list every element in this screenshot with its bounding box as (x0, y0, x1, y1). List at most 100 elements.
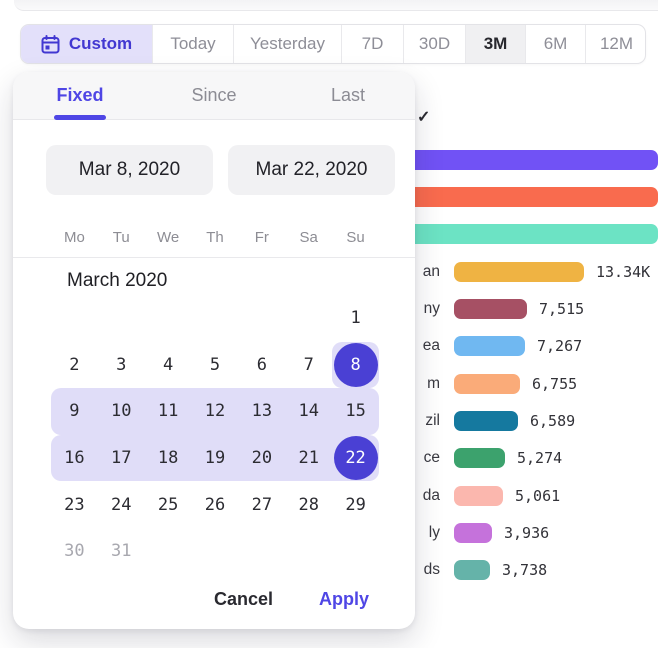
day-9[interactable]: 9 (51, 388, 98, 435)
day-empty (285, 295, 332, 342)
day-18[interactable]: 18 (145, 435, 192, 482)
day-21[interactable]: 21 (285, 435, 332, 482)
day-1[interactable]: 1 (332, 295, 379, 342)
chart-bar[interactable] (454, 299, 527, 319)
day-14[interactable]: 14 (285, 388, 332, 435)
chart-bar-value: 7,267 (537, 337, 582, 355)
time-range-label-12m: 12M (600, 34, 633, 54)
day-empty (285, 528, 332, 575)
from-date-input[interactable]: Mar 8, 2020 (46, 145, 213, 195)
day-23[interactable]: 23 (51, 481, 98, 528)
chart-bar[interactable] (454, 486, 503, 506)
to-date-input[interactable]: Mar 22, 2020 (228, 145, 395, 195)
chart-bar[interactable] (454, 411, 518, 431)
time-range-label-today: Today (170, 34, 215, 54)
day-27[interactable]: 27 (238, 481, 285, 528)
chart-bar-value: 6,755 (532, 375, 577, 393)
day-3[interactable]: 3 (98, 342, 145, 389)
chart-bar[interactable] (454, 262, 584, 282)
day-10[interactable]: 10 (98, 388, 145, 435)
day-empty (51, 295, 98, 342)
calendar-grid: 1234567891011121314151617181920212223242… (51, 295, 379, 575)
chart-bar[interactable] (454, 560, 490, 580)
time-range-3m[interactable]: 3M (466, 25, 526, 63)
calendar-week-row: 2345678 (51, 342, 379, 389)
cutoff-card-bottom-edge (14, 0, 658, 11)
day-25[interactable]: 25 (145, 481, 192, 528)
tab-last[interactable]: Last (281, 72, 415, 119)
calendar-week-row: 9101112131415 (51, 388, 379, 435)
time-range-custom[interactable]: Custom (21, 25, 153, 63)
day-31[interactable]: 31 (98, 528, 145, 575)
calendar-week-row: 3031 (51, 528, 379, 575)
day-empty (332, 528, 379, 575)
chart-bar[interactable] (454, 336, 525, 356)
chart-bar-value: 6,589 (530, 412, 575, 430)
weekday-th: Th (192, 225, 239, 249)
time-range-6m[interactable]: 6M (526, 25, 586, 63)
day-15[interactable]: 15 (332, 388, 379, 435)
day-16[interactable]: 16 (51, 435, 98, 482)
chart-bar[interactable] (454, 374, 520, 394)
chart-bar-value: 3,936 (504, 524, 549, 542)
day-5[interactable]: 5 (192, 342, 239, 389)
weekday-mo: Mo (51, 225, 98, 249)
day-7[interactable]: 7 (285, 342, 332, 389)
chart-bar-value: 7,515 (539, 300, 584, 318)
day-20[interactable]: 20 (238, 435, 285, 482)
time-range-today[interactable]: Today (153, 25, 234, 63)
modal-footer: Cancel Apply (13, 589, 415, 610)
time-range-label-30d: 30D (419, 34, 450, 54)
selected-day-circle-22[interactable]: 22 (334, 436, 378, 480)
apply-button[interactable]: Apply (319, 589, 369, 610)
day-13[interactable]: 13 (238, 388, 285, 435)
selected-item-checkmark-icon: ✓ (417, 107, 430, 127)
day-19[interactable]: 19 (192, 435, 239, 482)
day-2[interactable]: 2 (51, 342, 98, 389)
day-28[interactable]: 28 (285, 481, 332, 528)
chart-bar[interactable] (454, 448, 505, 468)
day-12[interactable]: 12 (192, 388, 239, 435)
weekday-tu: Tu (98, 225, 145, 249)
day-26[interactable]: 26 (192, 481, 239, 528)
date-picker-tabbar: Fixed Since Last (13, 72, 415, 120)
time-range-7d[interactable]: 7D (342, 25, 404, 63)
weekday-divider (13, 257, 415, 258)
time-range-yesterday[interactable]: Yesterday (234, 25, 342, 63)
tab-fixed[interactable]: Fixed (13, 72, 147, 119)
time-range-12m[interactable]: 12M (586, 25, 646, 63)
calendar-week-row: 1 (51, 295, 379, 342)
day-30[interactable]: 30 (51, 528, 98, 575)
day-empty (238, 295, 285, 342)
month-title: March 2020 (13, 270, 415, 292)
day-empty (238, 528, 285, 575)
day-24[interactable]: 24 (98, 481, 145, 528)
weekday-fr: Fr (238, 225, 285, 249)
tab-since[interactable]: Since (147, 72, 281, 119)
calendar-icon (41, 35, 60, 54)
day-4[interactable]: 4 (145, 342, 192, 389)
day-11[interactable]: 11 (145, 388, 192, 435)
date-inputs-row: Mar 8, 2020 Mar 22, 2020 (46, 145, 395, 195)
day-22[interactable]: 22 (332, 435, 379, 482)
tab-label-fixed: Fixed (56, 85, 103, 106)
day-6[interactable]: 6 (238, 342, 285, 389)
day-8[interactable]: 8 (332, 342, 379, 389)
calendar-week-row: 16171819202122 (51, 435, 379, 482)
day-17[interactable]: 17 (98, 435, 145, 482)
chart-bar[interactable] (454, 523, 492, 543)
cancel-button[interactable]: Cancel (214, 589, 273, 610)
weekday-we: We (145, 225, 192, 249)
selected-day-circle-8[interactable]: 8 (334, 343, 378, 387)
day-empty (145, 528, 192, 575)
weekday-sa: Sa (285, 225, 332, 249)
day-empty (192, 528, 239, 575)
date-range-picker-modal: FixedSinceLast Mar 8, 2020 Mar 22, 2020 … (13, 72, 415, 629)
time-range-label-custom: Custom (69, 34, 132, 54)
chart-bar-value: 13.34K (596, 263, 650, 281)
weekday-header: MoTuWeThFrSaSu (51, 225, 379, 249)
time-range-label-yesterday: Yesterday (250, 34, 325, 54)
day-29[interactable]: 29 (332, 481, 379, 528)
tab-label-last: Last (331, 85, 365, 106)
time-range-30d[interactable]: 30D (404, 25, 466, 63)
